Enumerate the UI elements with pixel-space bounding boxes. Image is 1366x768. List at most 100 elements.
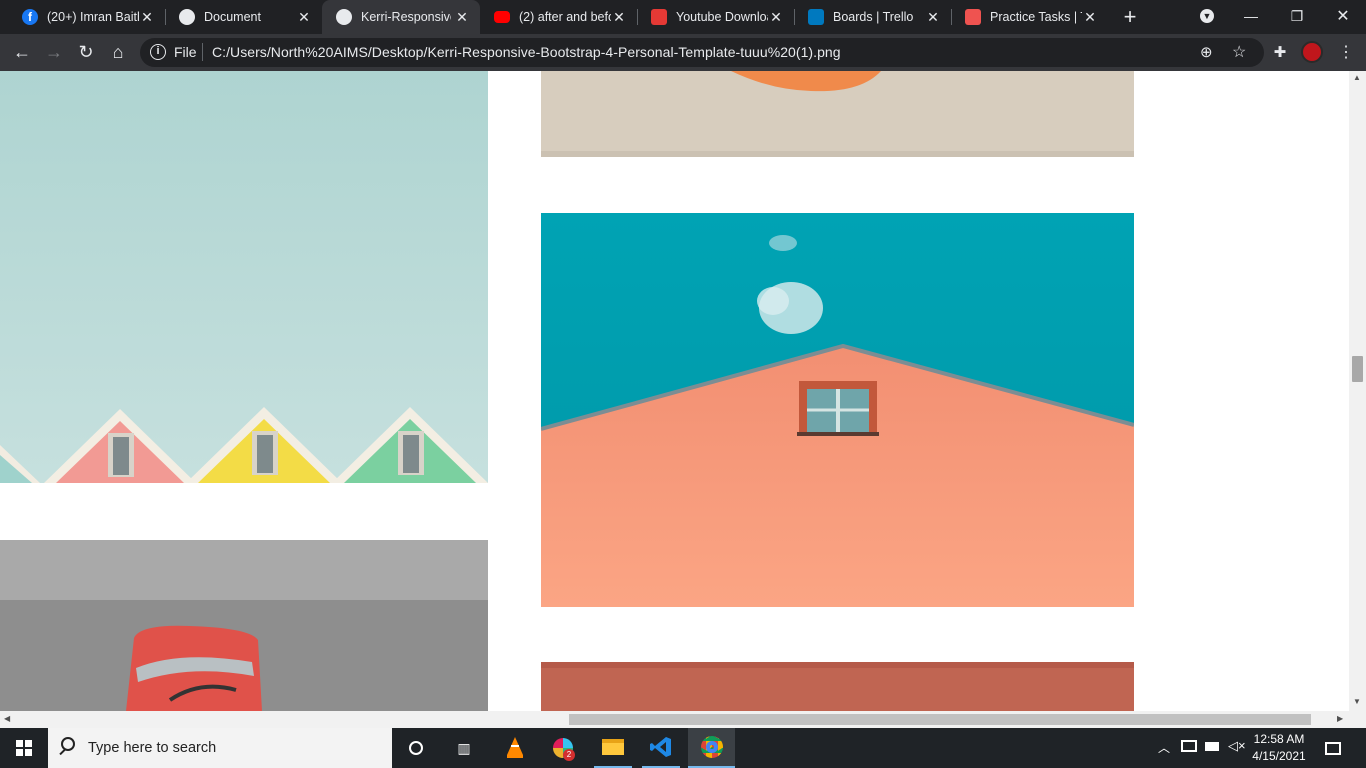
profile-button[interactable]: [1300, 40, 1324, 64]
home-button[interactable]: ⌂: [106, 40, 130, 64]
tab-kerri-responsive[interactable]: Kerri-Responsive ✕: [322, 0, 480, 34]
globe-icon: [179, 9, 195, 25]
download-icon: [651, 9, 667, 25]
address-scheme: File: [174, 44, 197, 60]
screen: f (20+) Imran Baith ✕ Document ✕ Kerri-R…: [0, 0, 1366, 768]
taskbar-search-box[interactable]: Type here to search: [48, 728, 392, 768]
vscode-icon: [650, 737, 671, 757]
reload-button[interactable]: ↻: [74, 40, 98, 64]
file-explorer-icon: [602, 739, 624, 755]
scroll-up-icon[interactable]: ▲: [1353, 73, 1361, 82]
minimize-button[interactable]: —: [1228, 0, 1274, 32]
teal-sky-peach-building-photo: [541, 213, 1134, 607]
address-separator: [202, 43, 203, 61]
slack-taskbar-button[interactable]: 2: [546, 728, 580, 768]
system-clock[interactable]: 12:58 AM 4/15/2021: [1248, 731, 1310, 765]
tab-youtube-video[interactable]: (2) after and befo ✕: [480, 0, 637, 34]
chevron-up-icon[interactable]: ︿: [1158, 739, 1170, 756]
close-tab-icon[interactable]: ✕: [925, 9, 941, 26]
back-button[interactable]: ←: [10, 40, 34, 64]
tab-trello-practice[interactable]: Practice Tasks | Tr ✕: [951, 0, 1108, 34]
vlc-taskbar-button[interactable]: [498, 728, 532, 768]
vertical-scroll-thumb[interactable]: [1352, 356, 1363, 382]
arrow-right-icon: →: [45, 41, 63, 62]
vscode-taskbar-button[interactable]: [642, 728, 680, 768]
network-icon[interactable]: [1181, 740, 1197, 752]
browser-menu-button[interactable]: ⋮: [1334, 40, 1358, 64]
vertical-scrollbar[interactable]: ▲ ▼: [1349, 71, 1366, 711]
address-url[interactable]: C:/Users/North%20AIMS/Desktop/Kerri-Resp…: [212, 44, 841, 60]
close-tab-icon[interactable]: ✕: [768, 9, 784, 26]
tab-document[interactable]: Document ✕: [165, 0, 322, 34]
grey-photo-red-object: [0, 540, 488, 711]
cortana-button[interactable]: [402, 728, 430, 768]
zoom-icon[interactable]: ⊕: [1200, 43, 1213, 61]
tab-title: Practice Tasks | Tr: [990, 10, 1082, 24]
home-icon: ⌂: [112, 41, 124, 62]
tab-title: (20+) Imran Baith: [47, 10, 139, 24]
file-explorer-taskbar-button[interactable]: [594, 728, 632, 768]
windows-taskbar: Type here to search ▥ 2 ︿ ◁× 12:58 AM 4/…: [0, 728, 1366, 768]
new-tab-button[interactable]: +: [1118, 5, 1142, 29]
rooftops-illustration: [0, 71, 488, 483]
mint-sky-rooftops-photo: [0, 71, 488, 483]
scroll-left-icon[interactable]: ◀: [4, 714, 10, 723]
close-tab-icon[interactable]: ✕: [611, 9, 627, 26]
more-vertical-icon: ⋮: [1338, 44, 1354, 61]
tab-title: (2) after and befo: [519, 10, 611, 24]
close-tab-icon[interactable]: ✕: [139, 9, 155, 26]
tab-title: Document: [204, 10, 261, 24]
task-view-button[interactable]: ▥: [450, 728, 478, 768]
beige-photo-with-orange-object: [541, 71, 1134, 157]
forward-button[interactable]: →: [42, 40, 66, 64]
battery-icon[interactable]: [1205, 742, 1219, 751]
trello-icon: [965, 9, 981, 25]
notifications-button[interactable]: [1316, 728, 1350, 768]
browser-tab-strip: f (20+) Imran Baith ✕ Document ✕ Kerri-R…: [0, 0, 1366, 34]
tab-youtube-downloader[interactable]: Youtube Downloa ✕: [637, 0, 794, 34]
restore-button[interactable]: ❐: [1274, 0, 1320, 32]
tab-trello-boards[interactable]: Boards | Trello ✕: [794, 0, 951, 34]
start-button[interactable]: [0, 728, 48, 768]
tab-search-button[interactable]: ▼: [1184, 0, 1230, 32]
close-tab-icon[interactable]: ✕: [454, 9, 470, 26]
tab-title: Kerri-Responsive: [361, 10, 451, 24]
bookmark-star-icon[interactable]: ☆: [1232, 42, 1246, 62]
reload-icon: ↻: [78, 41, 94, 62]
clock-date: 4/15/2021: [1252, 749, 1306, 763]
avatar: [1301, 41, 1323, 63]
scroll-down-icon[interactable]: ▼: [1353, 697, 1361, 706]
restore-icon: ❐: [1290, 7, 1304, 24]
close-tab-icon[interactable]: ✕: [296, 9, 312, 26]
close-tab-icon[interactable]: ✕: [1082, 9, 1098, 26]
terracotta-wall-photo: [541, 662, 1134, 711]
extensions-button[interactable]: ✚: [1268, 40, 1292, 64]
globe-icon: [336, 9, 352, 25]
horizontal-scrollbar[interactable]: ◀ ▶: [0, 711, 1366, 728]
clock-time: 12:58 AM: [1253, 732, 1305, 746]
volume-muted-icon[interactable]: ◁×: [1228, 738, 1246, 754]
minimize-icon: —: [1244, 8, 1258, 24]
vlc-icon: [507, 737, 523, 758]
windows-logo-icon: [16, 740, 32, 756]
scroll-right-icon[interactable]: ▶: [1337, 714, 1343, 723]
address-bar[interactable]: i File C:/Users/North%20AIMS/Desktop/Ker…: [140, 38, 1264, 67]
tab-title: Youtube Downloa: [676, 10, 768, 24]
tab-title: Boards | Trello: [833, 10, 914, 24]
building-illustration: [541, 213, 1134, 607]
tab-facebook[interactable]: f (20+) Imran Baith ✕: [8, 0, 165, 34]
notification-badge: 2: [563, 749, 575, 761]
info-icon[interactable]: i: [150, 44, 166, 60]
cortana-icon: [409, 741, 423, 755]
notification-icon: [1325, 741, 1341, 755]
search-icon-handle: [59, 748, 66, 756]
facebook-icon: f: [22, 9, 38, 25]
arrow-left-icon: ←: [13, 41, 31, 62]
close-window-button[interactable]: ✕: [1320, 0, 1366, 32]
horizontal-scroll-thumb[interactable]: [569, 714, 1311, 725]
red-object-illustration: [0, 540, 488, 711]
chrome-taskbar-button[interactable]: [688, 728, 735, 768]
beige-illustration: [541, 71, 1134, 157]
page-viewport: [0, 71, 1349, 711]
chrome-icon: [700, 736, 723, 758]
